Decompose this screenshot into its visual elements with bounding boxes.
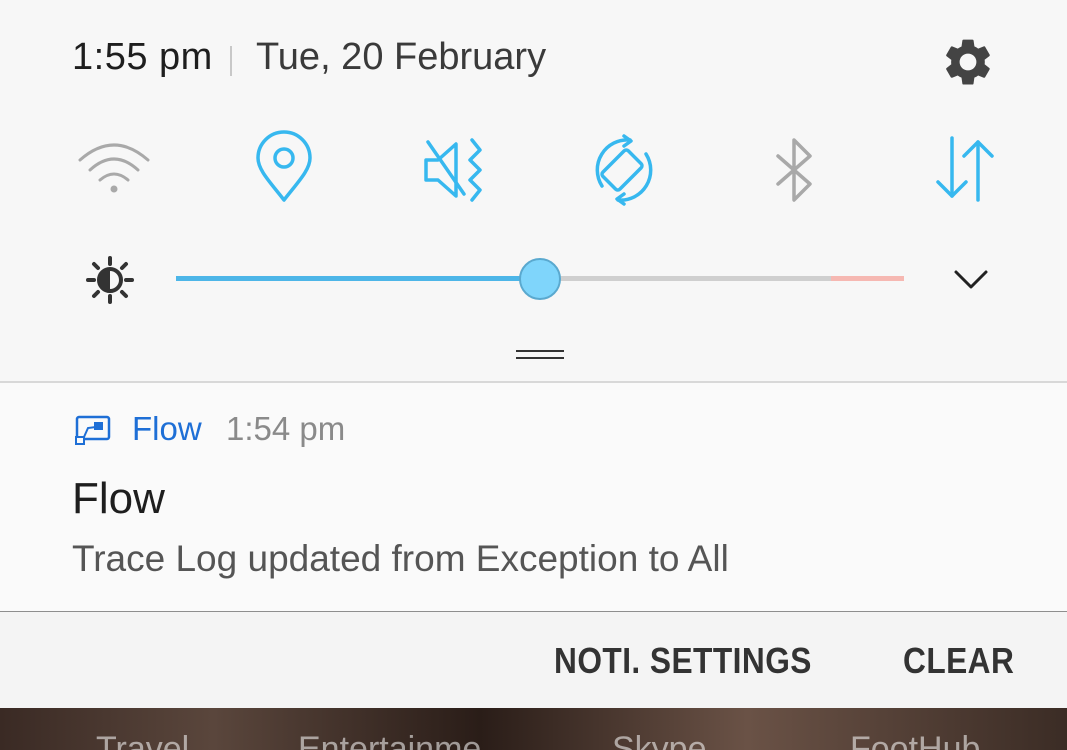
slider-fill: [176, 276, 540, 281]
flow-app-icon: [74, 415, 112, 445]
data-transfer-icon: [936, 136, 994, 202]
noti-settings-button[interactable]: NOTI. SETTINGS: [554, 640, 812, 682]
background-tab: Entertainme: [298, 730, 482, 750]
slider-warning-zone: [831, 276, 904, 281]
status-date: Tue, 20 February: [256, 36, 547, 78]
brightness-slider[interactable]: [176, 258, 904, 300]
notification-app-name: Flow: [132, 410, 202, 447]
background-tab: FootHub: [850, 730, 981, 750]
wifi-icon: [78, 143, 150, 193]
bluetooth-toggle[interactable]: [754, 130, 834, 210]
notification-time: 1:54 pm: [226, 410, 346, 447]
time-date-separator: [230, 46, 232, 76]
sound-toggle[interactable]: [414, 130, 494, 210]
background-tab: Skype: [612, 730, 707, 750]
notification-body: Trace Log updated from Exception to All: [72, 538, 729, 579]
background-app-content: Travel Entertainme Skype FootHub: [0, 708, 1067, 750]
panel-drag-handle[interactable]: [516, 350, 564, 362]
background-tab: Travel: [96, 730, 190, 750]
status-time: 1:55 pm: [72, 36, 213, 78]
brightness-icon: [82, 252, 138, 308]
rotate-icon: [595, 134, 653, 206]
settings-gear-icon[interactable]: [940, 34, 996, 90]
location-toggle[interactable]: [244, 130, 324, 210]
expand-chevron-down-icon[interactable]: [950, 262, 992, 298]
vibrate-mute-icon: [424, 138, 482, 202]
slider-thumb[interactable]: [519, 258, 561, 300]
wifi-toggle[interactable]: [74, 130, 154, 210]
bluetooth-icon: [776, 138, 812, 202]
location-pin-icon: [256, 130, 312, 202]
notification-title: Flow: [72, 474, 165, 523]
mobile-data-toggle[interactable]: [924, 130, 1004, 210]
clear-button[interactable]: CLEAR: [903, 640, 1014, 682]
auto-rotate-toggle[interactable]: [584, 130, 664, 210]
